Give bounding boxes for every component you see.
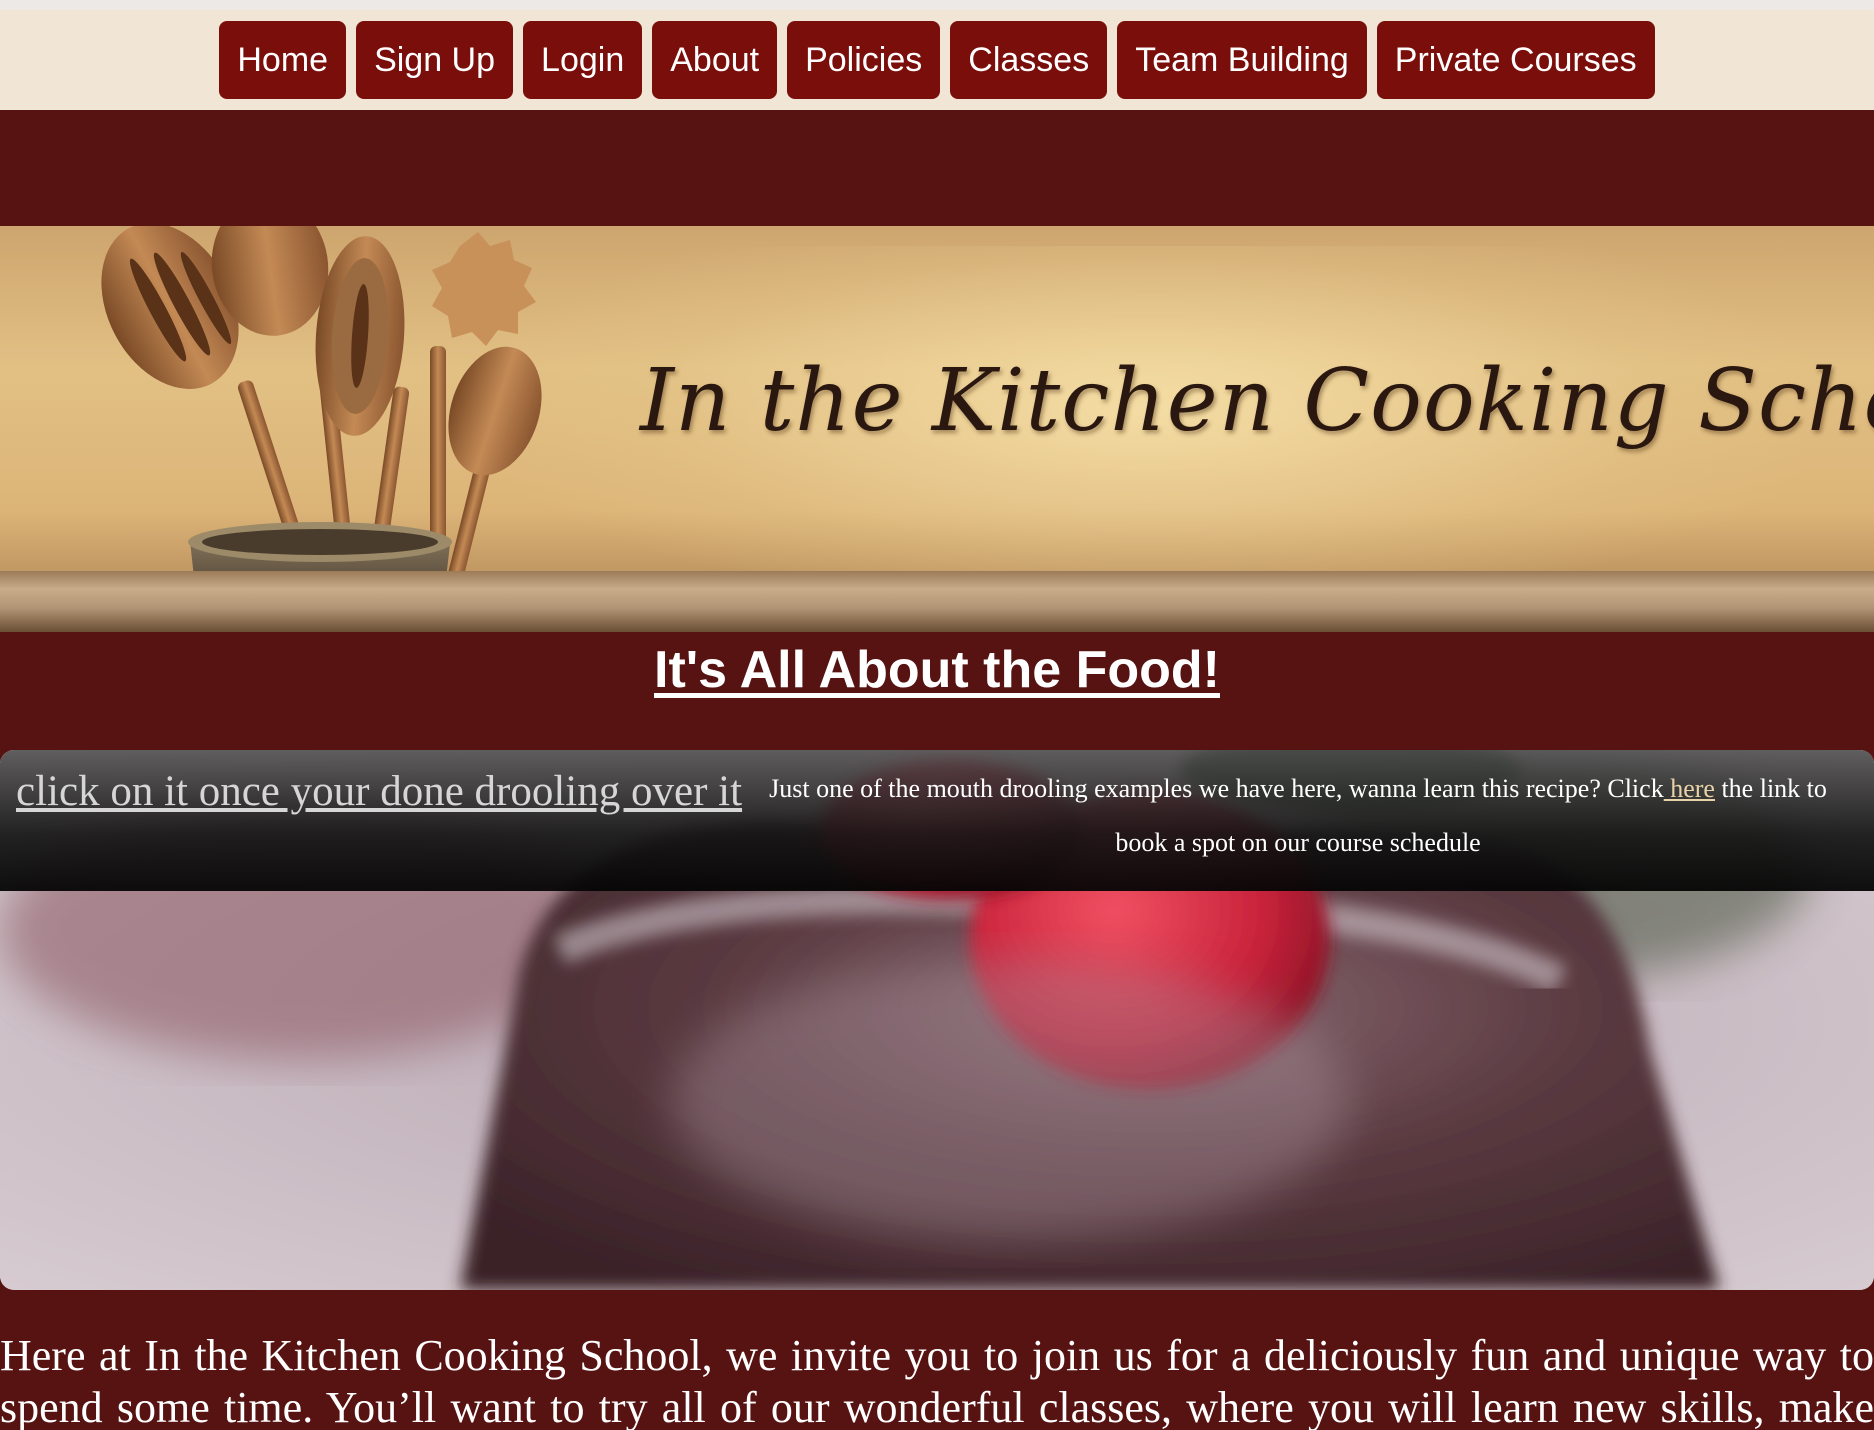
- slide-link[interactable]: click on it once your done drooling over…: [16, 764, 742, 820]
- page-heading: It's All About the Food!: [654, 641, 1220, 699]
- caption-text: Just one of the mouth drooling examples …: [769, 774, 1664, 803]
- main-nav: Home Sign Up Login About Policies Classe…: [0, 10, 1874, 110]
- nav-sign-up-button[interactable]: Sign Up: [356, 21, 514, 99]
- nav-team-building-button[interactable]: Team Building: [1117, 21, 1367, 99]
- nav-private-courses-button[interactable]: Private Courses: [1376, 21, 1655, 99]
- top-edge: [0, 0, 1874, 10]
- nav-home-button[interactable]: Home: [219, 21, 347, 99]
- nav-about-button[interactable]: About: [652, 21, 778, 99]
- intro-line-2: spend some time. You’ll want to try all …: [0, 1383, 1874, 1430]
- header-banner: In the Kitchen Cooking School: [0, 226, 1874, 632]
- nav-login-button[interactable]: Login: [523, 21, 643, 99]
- banner-shelf: [0, 571, 1874, 632]
- intro-line-1: Here at In the Kitchen Cooking School, w…: [0, 1331, 1874, 1380]
- featured-slide[interactable]: click on it once your done drooling over…: [0, 750, 1874, 1290]
- banner-title: In the Kitchen Cooking School: [640, 351, 1874, 451]
- main-content: Home Sign Up Login About Policies Classe…: [0, 0, 1874, 1430]
- slide-caption: click on it once your done drooling over…: [0, 750, 1874, 891]
- nav-classes-button[interactable]: Classes: [950, 21, 1108, 99]
- nav-policies-button[interactable]: Policies: [787, 21, 941, 99]
- caption-here-link[interactable]: here: [1664, 774, 1715, 803]
- intro-paragraph: Here at In the Kitchen Cooking School, w…: [0, 1330, 1874, 1430]
- page: Home Sign Up Login About Policies Classe…: [0, 0, 1874, 1430]
